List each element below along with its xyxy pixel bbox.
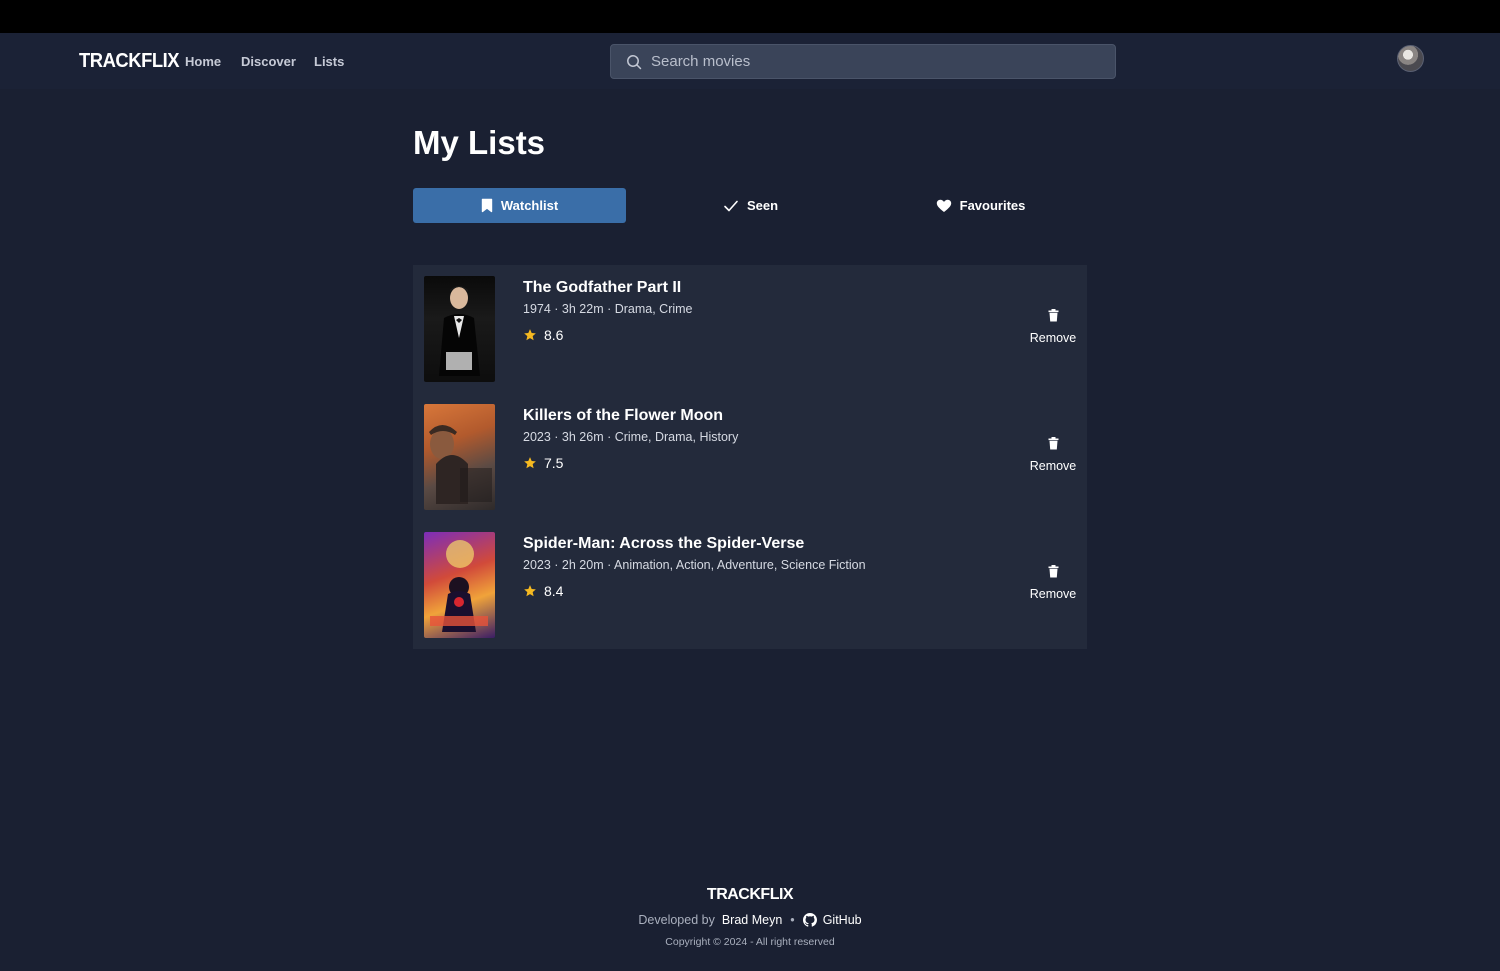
top-bar <box>0 0 1500 33</box>
movie-poster[interactable] <box>424 532 495 638</box>
nav-link-lists[interactable]: Lists <box>314 54 344 69</box>
movie-rating: 7.5 <box>523 455 563 471</box>
brand-logo[interactable]: TRACKFLIX <box>79 50 180 73</box>
search-icon <box>627 54 642 69</box>
remove-label: Remove <box>1029 331 1077 345</box>
rating-value: 7.5 <box>544 455 564 471</box>
footer-logo[interactable]: TRACKFLIX <box>0 886 1500 904</box>
list-item[interactable]: Killers of the Flower Moon 2023 · 3h 26m… <box>413 393 1087 521</box>
rating-value: 8.4 <box>544 583 564 599</box>
movie-meta: 2023 · 3h 26m · Crime, Drama, History <box>523 430 739 444</box>
remove-button[interactable]: Remove <box>1018 309 1088 345</box>
movie-title[interactable]: Spider-Man: Across the Spider-Verse <box>523 535 804 553</box>
check-icon <box>724 200 738 211</box>
list-item[interactable]: The Godfather Part II 1974 · 3h 22m · Dr… <box>413 265 1087 393</box>
list-item[interactable]: Spider-Man: Across the Spider-Verse 2023… <box>413 521 1087 649</box>
avatar[interactable] <box>1397 45 1424 72</box>
page-title: My Lists <box>413 124 546 161</box>
movie-meta: 2023 · 2h 20m · Animation, Action, Adven… <box>523 558 866 572</box>
developer-link[interactable]: Brad Meyn <box>722 913 782 927</box>
navbar: TRACKFLIX Home Discover Lists <box>0 33 1500 89</box>
movie-rating: 8.4 <box>523 583 563 599</box>
heart-icon <box>936 199 951 212</box>
github-label: GitHub <box>822 913 862 927</box>
footer: TRACKFLIX Developed by Brad Meyn • GitHu… <box>0 886 1500 948</box>
movie-title[interactable]: Killers of the Flower Moon <box>523 407 723 425</box>
tab-watchlist[interactable]: Watchlist <box>413 188 626 223</box>
tab-label: Favourites <box>959 198 1026 213</box>
movie-meta: 1974 · 3h 22m · Drama, Crime <box>523 302 693 316</box>
star-icon <box>524 585 536 597</box>
copyright-text: Copyright © 2024 - All right reserved <box>665 936 835 948</box>
trash-icon <box>1048 309 1058 322</box>
footer-separator: • <box>790 913 795 927</box>
star-icon <box>524 329 536 341</box>
developed-by-text: Developed by <box>638 913 715 927</box>
remove-button[interactable]: Remove <box>1018 565 1088 601</box>
remove-label: Remove <box>1029 459 1077 473</box>
tab-favourites[interactable]: Favourites <box>874 188 1087 223</box>
trash-icon <box>1048 565 1058 578</box>
tab-label: Watchlist <box>500 198 559 213</box>
movie-list: The Godfather Part II 1974 · 3h 22m · Dr… <box>413 265 1087 649</box>
movie-title[interactable]: The Godfather Part II <box>523 279 681 297</box>
tab-label: Seen <box>746 198 779 213</box>
movie-poster[interactable] <box>424 404 495 510</box>
search-input[interactable] <box>651 53 1071 70</box>
movie-poster[interactable] <box>424 276 495 382</box>
search-bar[interactable] <box>610 44 1116 79</box>
nav-link-discover[interactable]: Discover <box>241 54 296 69</box>
remove-label: Remove <box>1029 587 1077 601</box>
list-tabs: Watchlist Seen Favourites <box>413 188 1087 223</box>
github-icon <box>802 913 817 927</box>
nav-link-home[interactable]: Home <box>185 54 221 69</box>
rating-value: 8.6 <box>544 327 564 343</box>
trash-icon <box>1048 437 1058 450</box>
bookmark-icon <box>481 198 493 213</box>
star-icon <box>524 457 536 469</box>
movie-rating: 8.6 <box>523 327 563 343</box>
github-link[interactable]: GitHub <box>802 913 862 927</box>
tab-seen[interactable]: Seen <box>644 188 857 223</box>
remove-button[interactable]: Remove <box>1018 437 1088 473</box>
footer-credits: Developed by Brad Meyn • GitHub <box>0 913 1500 927</box>
